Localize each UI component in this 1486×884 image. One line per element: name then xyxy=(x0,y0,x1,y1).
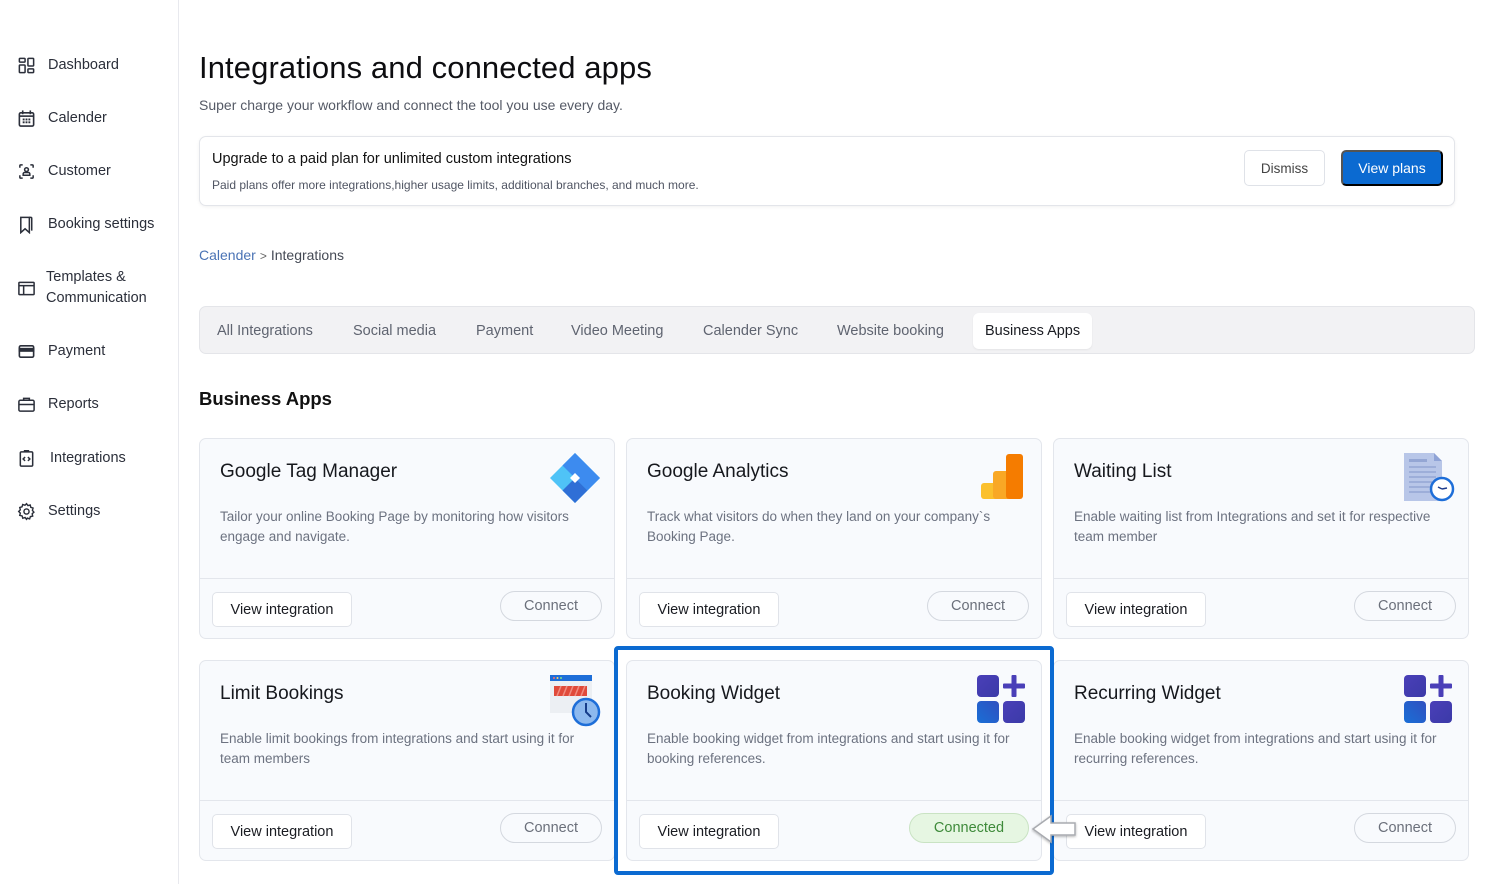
sidebar-item-label: Settings xyxy=(48,503,101,519)
credit-card-icon xyxy=(16,342,36,362)
widget-add-icon xyxy=(1402,673,1456,727)
sidebar-item-label: Integrations xyxy=(50,450,126,466)
card-title: Limit Bookings xyxy=(220,683,344,704)
google-tag-manager-icon xyxy=(548,451,602,505)
connect-button[interactable]: Connect xyxy=(927,591,1029,621)
connect-button[interactable]: Connect xyxy=(500,591,602,621)
document-clock-icon xyxy=(1402,451,1456,505)
connect-button[interactable]: Connect xyxy=(500,813,602,843)
sidebar-item-integrations[interactable]: Integrations xyxy=(16,448,126,469)
integration-card-limit-bookings: Limit Bookings Enable limit bookings fro… xyxy=(199,660,615,861)
section-title: Business Apps xyxy=(199,388,332,409)
sidebar-item-label: Payment xyxy=(48,343,106,359)
upgrade-banner-description: Paid plans offer more integrations,highe… xyxy=(212,178,699,192)
sidebar-item-dashboard[interactable]: Dashboard xyxy=(16,55,119,76)
sidebar-item-label: Calender xyxy=(48,110,107,126)
sidebar-item-templates-communication[interactable]: Templates & Communication xyxy=(16,267,147,309)
sidebar-item-label: Templates & xyxy=(46,269,126,285)
arrow-pointer-icon xyxy=(1031,814,1076,844)
view-integration-button[interactable]: View integration xyxy=(212,592,352,627)
sidebar-item-label: Booking settings xyxy=(48,216,155,232)
card-divider xyxy=(200,800,614,801)
view-plans-button[interactable]: View plans xyxy=(1341,150,1443,186)
template-layout-icon xyxy=(16,278,36,298)
connect-button[interactable]: Connect xyxy=(1354,591,1456,621)
sidebar-item-customer[interactable]: Customer xyxy=(16,161,111,182)
tab-business-apps[interactable]: Business Apps xyxy=(973,313,1093,349)
bookmark-icon xyxy=(16,215,36,235)
sidebar-item-label: Reports xyxy=(48,396,99,412)
card-description: Enable waiting list from Integrations an… xyxy=(1074,509,1431,544)
customer-scan-icon xyxy=(16,162,36,182)
card-description: Tailor your online Booking Page by monit… xyxy=(220,509,569,544)
page-title: Integrations and connected apps xyxy=(199,50,652,85)
integration-card-google-tag-manager: Google Tag Manager Tailor your online Bo… xyxy=(199,438,615,639)
tab-website-booking[interactable]: Website booking xyxy=(825,313,956,349)
sidebar-item-payment[interactable]: Payment xyxy=(16,341,105,362)
card-description: Enable booking widget from integrations … xyxy=(647,731,1010,766)
category-tabs: All Integrations Social media Payment Vi… xyxy=(199,306,1475,354)
calendar-icon xyxy=(16,109,36,129)
window-clock-icon xyxy=(548,673,602,727)
connected-status-button[interactable]: Connected xyxy=(909,813,1029,843)
dismiss-button[interactable]: Dismiss xyxy=(1244,150,1325,186)
sidebar-item-settings[interactable]: Settings xyxy=(16,501,100,522)
sidebar: Dashboard Calender Customer Booking sett… xyxy=(0,0,179,884)
breadcrumb: Calender > Integrations xyxy=(199,247,344,263)
card-divider xyxy=(627,800,1041,801)
view-integration-button[interactable]: View integration xyxy=(639,814,779,849)
sidebar-item-label: Customer xyxy=(48,163,111,179)
card-title: Google Analytics xyxy=(647,461,789,482)
view-integration-button[interactable]: View integration xyxy=(639,592,779,627)
card-title: Waiting List xyxy=(1074,461,1172,482)
gear-icon xyxy=(16,502,36,522)
card-divider xyxy=(200,578,614,579)
tab-video-meeting[interactable]: Video Meeting xyxy=(559,313,675,349)
card-description: Track what visitors do when they land on… xyxy=(647,509,991,544)
sidebar-item-reports[interactable]: Reports xyxy=(16,394,99,415)
integration-card-waiting-list: Waiting List Enable waiting list from In… xyxy=(1053,438,1469,639)
card-divider xyxy=(1054,578,1468,579)
tab-social-media[interactable]: Social media xyxy=(341,313,448,349)
integration-card-booking-widget: Booking Widget Enable booking widget fro… xyxy=(626,660,1042,861)
google-analytics-icon xyxy=(975,451,1029,505)
tab-payment[interactable]: Payment xyxy=(464,313,545,349)
card-title: Recurring Widget xyxy=(1074,683,1221,704)
card-description: Enable booking widget from integrations … xyxy=(1074,731,1437,766)
breadcrumb-link-calender[interactable]: Calender xyxy=(199,247,256,263)
integration-card-google-analytics: Google Analytics Track what visitors do … xyxy=(626,438,1042,639)
briefcase-icon xyxy=(16,395,36,415)
view-integration-button[interactable]: View integration xyxy=(1066,814,1206,849)
code-clipboard-icon xyxy=(16,449,36,469)
page-subtitle: Super charge your workflow and connect t… xyxy=(199,97,623,113)
dashboard-grid-icon xyxy=(16,56,36,76)
tab-all-integrations[interactable]: All Integrations xyxy=(205,313,325,349)
integration-card-recurring-widget: Recurring Widget Enable booking widget f… xyxy=(1053,660,1469,861)
tab-calender-sync[interactable]: Calender Sync xyxy=(691,313,810,349)
card-title: Booking Widget xyxy=(647,683,781,704)
connect-button[interactable]: Connect xyxy=(1354,813,1456,843)
card-description: Enable limit bookings from integrations … xyxy=(220,731,575,766)
card-divider xyxy=(627,578,1041,579)
sidebar-item-booking-settings[interactable]: Booking settings xyxy=(16,214,154,235)
view-integration-button[interactable]: View integration xyxy=(1066,592,1206,627)
card-divider xyxy=(1054,800,1468,801)
sidebar-item-calender[interactable]: Calender xyxy=(16,108,107,129)
sidebar-item-label: Dashboard xyxy=(48,57,119,73)
upgrade-banner-title: Upgrade to a paid plan for unlimited cus… xyxy=(212,151,572,167)
widget-add-icon xyxy=(975,673,1029,727)
breadcrumb-current: Integrations xyxy=(270,247,345,263)
card-title: Google Tag Manager xyxy=(220,461,398,482)
breadcrumb-separator: > xyxy=(259,249,267,263)
upgrade-banner: Upgrade to a paid plan for unlimited cus… xyxy=(199,136,1455,206)
sidebar-item-label-line2: Communication xyxy=(46,290,147,306)
view-integration-button[interactable]: View integration xyxy=(212,814,352,849)
